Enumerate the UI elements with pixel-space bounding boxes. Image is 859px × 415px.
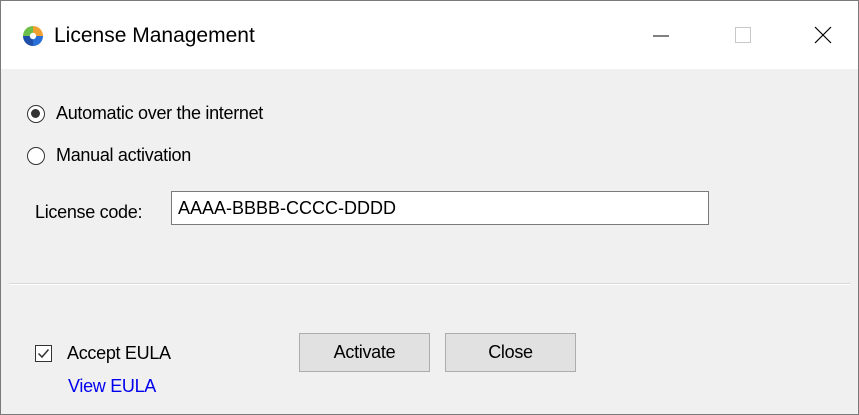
manual-option[interactable]: Manual activation	[27, 145, 191, 166]
minimize-button[interactable]	[626, 1, 696, 69]
app-logo-icon	[20, 23, 46, 49]
close-button[interactable]: Close	[445, 333, 576, 372]
close-icon	[814, 26, 832, 44]
minimize-icon	[653, 35, 669, 37]
maximize-button[interactable]	[708, 1, 778, 69]
window-title: License Management	[54, 24, 255, 47]
maximize-icon	[735, 27, 751, 43]
activate-button[interactable]: Activate	[299, 333, 430, 372]
checkmark-icon	[37, 349, 50, 359]
separator	[9, 283, 850, 285]
automatic-radio[interactable]	[27, 104, 45, 123]
license-code-input[interactable]	[171, 191, 709, 225]
automatic-label: Automatic over the internet	[56, 103, 264, 123]
dialog-body: Automatic over the internet Manual activ…	[1, 69, 858, 414]
accept-eula-checkbox[interactable]	[35, 345, 52, 362]
manual-label: Manual activation	[56, 145, 191, 165]
license-code-label: License code:	[35, 202, 143, 222]
view-eula-link[interactable]: View EULA	[68, 376, 156, 397]
license-management-window: License Management Automatic over the in…	[0, 0, 859, 415]
title-bar: License Management	[1, 1, 858, 69]
manual-radio[interactable]	[27, 146, 45, 165]
automatic-option[interactable]: Automatic over the internet	[27, 103, 263, 124]
close-window-button[interactable]	[788, 1, 858, 69]
accept-eula-option[interactable]: Accept EULA	[35, 343, 171, 364]
accept-eula-label: Accept EULA	[67, 343, 171, 363]
